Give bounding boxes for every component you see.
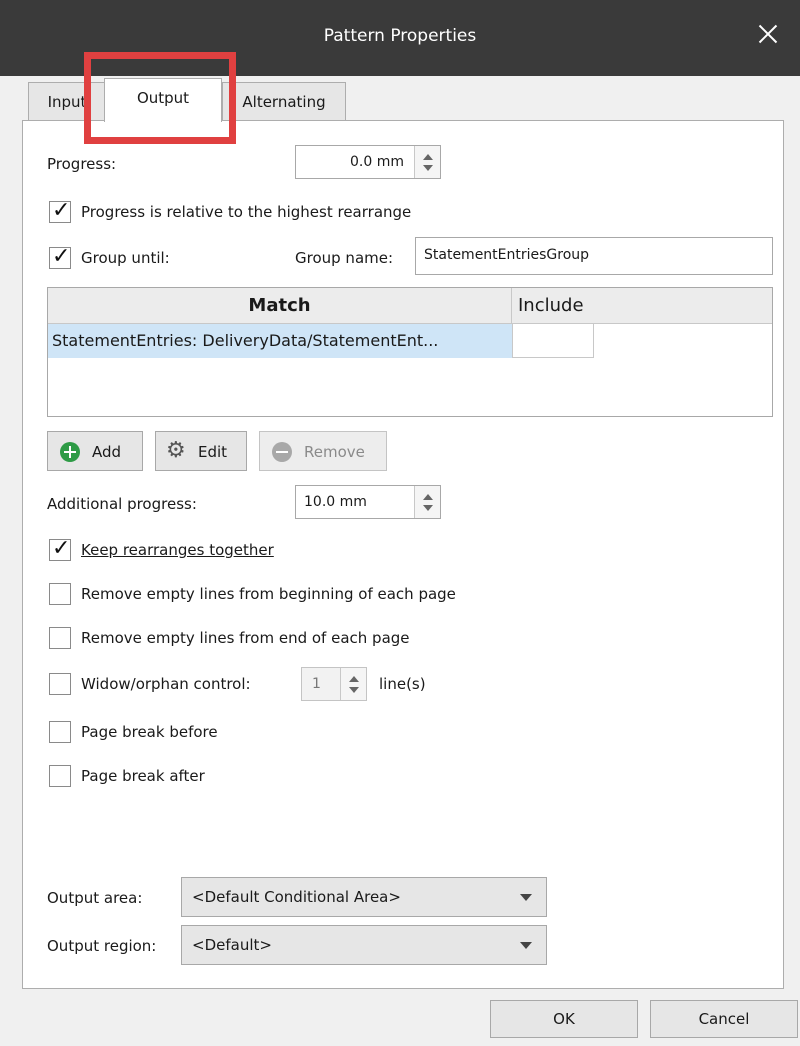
spin-down-icon[interactable]: [349, 687, 359, 693]
widow-orphan-label: Widow/orphan control:: [81, 675, 251, 693]
output-panel: Progress: 0.0 mm Progress is relative to…: [22, 120, 784, 989]
window-title: Pattern Properties: [323, 26, 477, 46]
spin-up-icon[interactable]: [423, 154, 433, 160]
group-name-label: Group name:: [295, 249, 394, 267]
tab-output-label: Output: [136, 89, 190, 107]
tab-output[interactable]: Output: [104, 78, 222, 122]
ok-button[interactable]: OK: [490, 1000, 638, 1038]
progress-label: Progress:: [47, 155, 117, 173]
output-area-select[interactable]: <Default Conditional Area>: [181, 877, 547, 917]
edit-button-label: Edit: [198, 443, 228, 461]
chevron-down-icon: [520, 894, 532, 901]
output-region-label: Output region:: [47, 937, 157, 955]
additional-progress-value: 10.0 mm: [304, 494, 367, 510]
progress-value: 0.0 mm: [350, 154, 404, 170]
include-cell[interactable]: [512, 324, 594, 358]
plus-circle-icon: [60, 442, 80, 462]
spin-up-icon[interactable]: [423, 494, 433, 500]
page-break-after-checkbox[interactable]: [49, 765, 71, 787]
match-table: Match Include StatementEntries: Delivery…: [47, 287, 773, 417]
spin-down-icon[interactable]: [423, 505, 433, 511]
close-icon[interactable]: [754, 20, 782, 48]
page-break-before-checkbox[interactable]: [49, 721, 71, 743]
remove-button[interactable]: Remove: [259, 431, 387, 471]
remove-empty-begin-label: Remove empty lines from beginning of eac…: [81, 585, 456, 603]
widow-orphan-spin-arrows[interactable]: [340, 668, 366, 700]
progress-stepper[interactable]: 0.0 mm: [295, 145, 441, 179]
remove-empty-end-label: Remove empty lines from end of each page: [81, 629, 410, 647]
widow-orphan-unit: line(s): [379, 675, 426, 693]
edit-button[interactable]: ⚙ Edit: [155, 431, 247, 471]
page-break-after-label: Page break after: [81, 767, 205, 785]
widow-orphan-value: 1: [312, 676, 321, 692]
additional-progress-label: Additional progress:: [47, 495, 197, 513]
minus-circle-icon: [272, 442, 292, 462]
keep-rearranges-checkbox[interactable]: [49, 536, 71, 561]
cancel-button[interactable]: Cancel: [650, 1000, 798, 1038]
output-area-value: <Default Conditional Area>: [192, 888, 401, 906]
output-region-value: <Default>: [192, 936, 272, 954]
tab-input[interactable]: Input: [28, 82, 106, 120]
relative-label: Progress is relative to the highest rear…: [81, 203, 412, 221]
remove-empty-begin-checkbox[interactable]: [49, 583, 71, 605]
remove-empty-end-checkbox[interactable]: [49, 627, 71, 649]
column-header-match[interactable]: Match: [48, 288, 512, 324]
add-button-label: Add: [92, 443, 122, 461]
tab-alternating-label: Alternating: [242, 93, 326, 111]
tab-alternating[interactable]: Alternating: [222, 82, 346, 120]
column-header-include[interactable]: Include: [512, 288, 772, 324]
remove-button-label: Remove: [304, 443, 365, 461]
page-break-before-label: Page break before: [81, 723, 218, 741]
output-region-select[interactable]: <Default>: [181, 925, 547, 965]
spin-down-icon[interactable]: [423, 165, 433, 171]
gear-icon: ⚙: [166, 438, 186, 463]
chevron-down-icon: [520, 942, 532, 949]
progress-spin-arrows[interactable]: [414, 146, 440, 178]
add-button[interactable]: Add: [47, 431, 143, 471]
additional-progress-stepper[interactable]: 10.0 mm: [295, 485, 441, 519]
widow-orphan-checkbox[interactable]: [49, 673, 71, 695]
output-area-label: Output area:: [47, 889, 143, 907]
tab-input-label: Input: [47, 93, 87, 111]
title-bar: Pattern Properties: [0, 0, 800, 76]
spin-up-icon[interactable]: [349, 676, 359, 682]
group-name-input[interactable]: StatementEntriesGroup: [415, 237, 773, 275]
widow-orphan-stepper[interactable]: 1: [301, 667, 367, 701]
group-until-checkbox[interactable]: [49, 244, 71, 269]
table-row[interactable]: StatementEntries: DeliveryData/Statement…: [48, 324, 512, 358]
keep-rearranges-label: Keep rearranges together: [81, 541, 274, 559]
relative-checkbox[interactable]: [49, 198, 71, 223]
additional-progress-spin-arrows[interactable]: [414, 486, 440, 518]
group-until-label: Group until:: [81, 249, 170, 267]
